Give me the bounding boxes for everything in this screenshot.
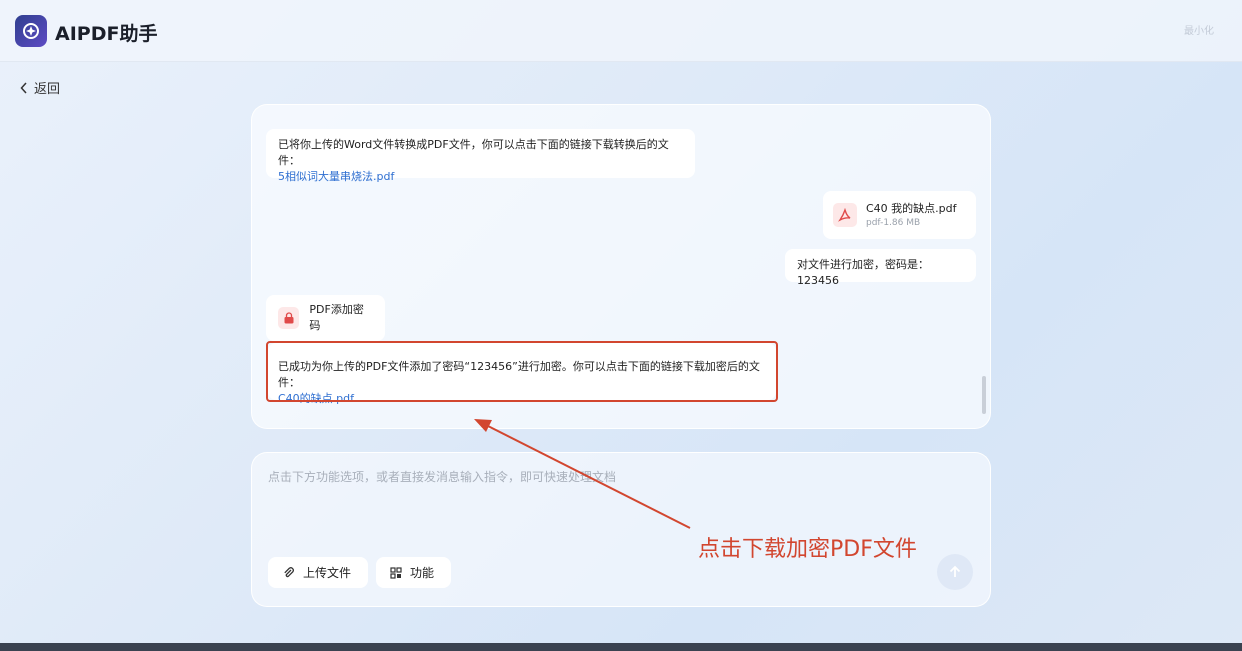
assistant-message: 已将你上传的Word文件转换成PDF文件，你可以点击下面的链接下载转换后的文件：…	[266, 129, 695, 183]
tool-card[interactable]: PDF添加密码	[266, 295, 385, 341]
file-card[interactable]: C40 我的缺点.pdf pdf-1.86 MB	[823, 191, 976, 239]
window-control-ghost[interactable]: 最小化	[1184, 22, 1214, 37]
user-message: 对文件进行加密，密码是：123456	[785, 249, 976, 287]
app-logo-icon	[15, 15, 47, 47]
top-bar: AIPDF助手 最小化	[0, 0, 1242, 62]
function-button[interactable]: 功能	[376, 557, 451, 588]
pdf-file-icon	[833, 203, 857, 227]
tool-card-label: PDF添加密码	[309, 303, 364, 332]
chevron-left-icon	[20, 81, 27, 94]
back-button[interactable]: 返回	[20, 78, 60, 97]
arrow-up-icon	[949, 565, 961, 577]
file-name: C40 我的缺点.pdf	[866, 202, 957, 215]
function-label: 功能	[410, 566, 435, 580]
chat-scrollbar[interactable]	[982, 376, 986, 414]
app-title: AIPDF助手	[55, 23, 158, 45]
os-taskbar	[0, 643, 1242, 651]
composer-input[interactable]: 点击下方功能选项，或者直接发消息输入指令，即可快速处理文档	[268, 468, 616, 485]
file-meta: pdf-1.86 MB	[866, 218, 921, 228]
download-link[interactable]: 5相似词大量串烧法.pdf	[278, 169, 683, 185]
message-text: 已将你上传的Word文件转换成PDF文件，你可以点击下面的链接下载转换后的文件：	[278, 138, 669, 167]
upload-file-button[interactable]: 上传文件	[268, 557, 368, 588]
annotation-text: 点击下载加密PDF文件	[698, 537, 917, 562]
paperclip-icon	[284, 567, 294, 578]
send-button[interactable]	[937, 554, 973, 590]
highlight-box	[266, 341, 778, 402]
grid-icon	[390, 566, 402, 579]
lock-icon	[278, 307, 300, 329]
upload-file-label: 上传文件	[303, 566, 352, 580]
back-label: 返回	[34, 82, 61, 97]
